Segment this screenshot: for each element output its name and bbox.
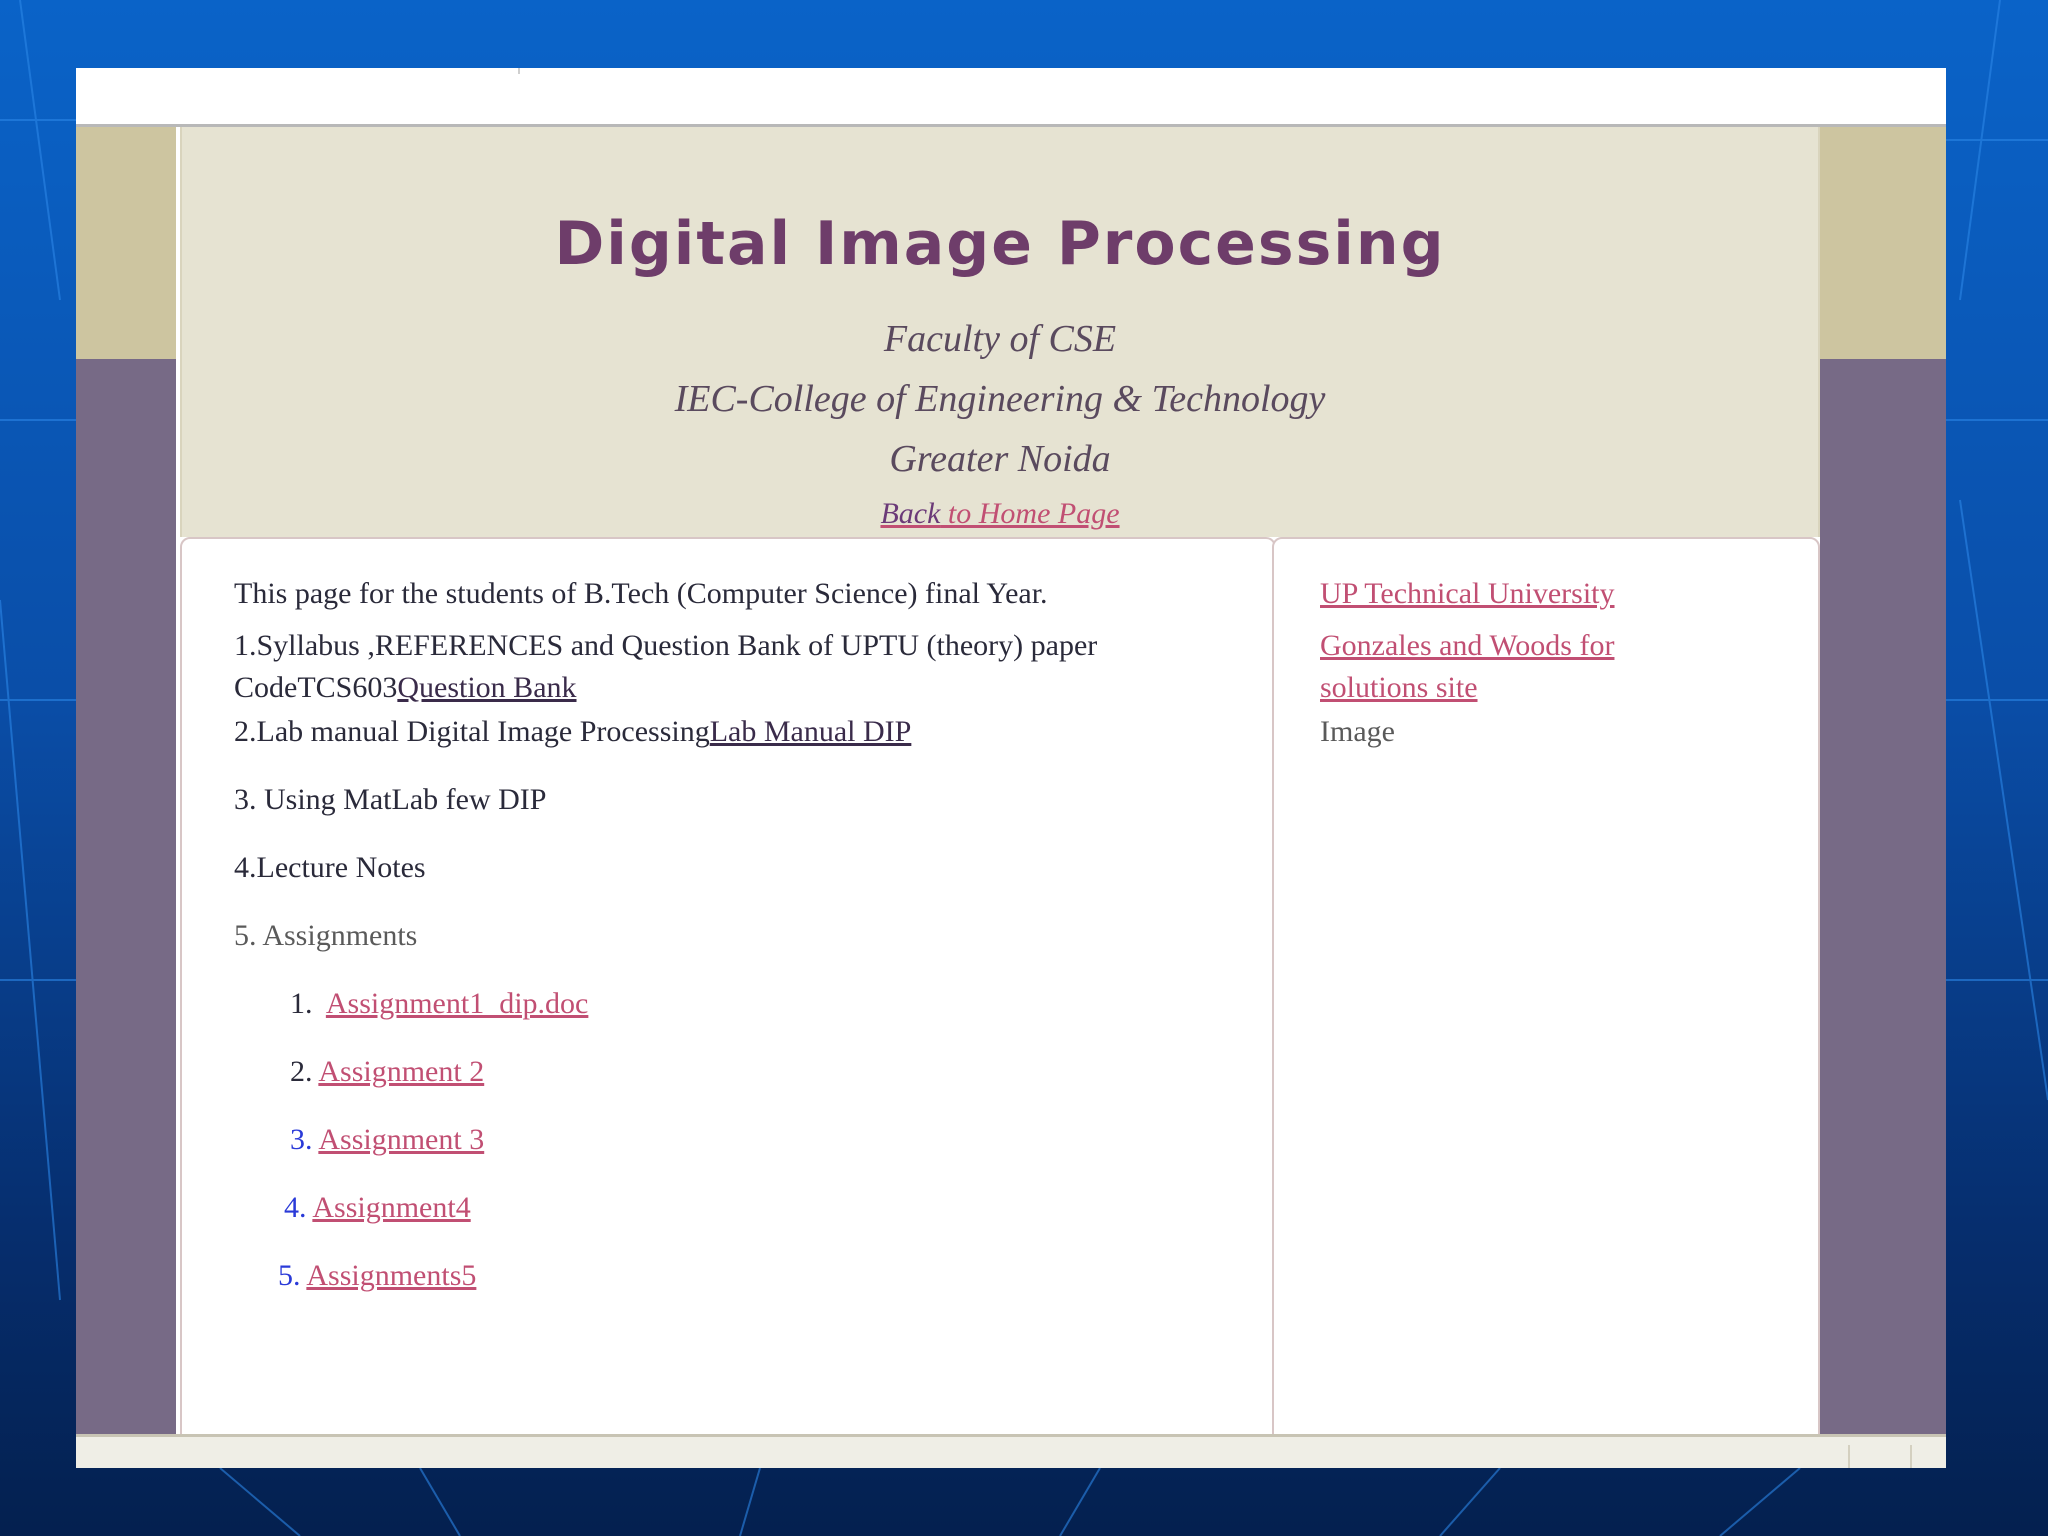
- assignment-item-4: 4. Assignment4: [284, 1187, 471, 1229]
- item-syllabus-line2: CodeTCS603: [234, 671, 398, 704]
- home-link-container: Back to Home Page: [182, 497, 1818, 531]
- right-sidebar-panel: UP Technical University Gonzales and Woo…: [1272, 537, 1820, 1441]
- page-header: Digital Image Processing Faculty of CSE …: [180, 127, 1820, 537]
- assignment-number: 4.: [284, 1191, 307, 1224]
- uptu-link-container: UP Technical University: [1320, 573, 1615, 615]
- back-to-home-link[interactable]: Back to Home Page: [880, 497, 1119, 530]
- browser-window: Digital Image Processing Faculty of CSE …: [76, 68, 1946, 1468]
- item-matlab: 3. Using MatLab few DIP: [234, 783, 547, 816]
- browser-toolbar: [76, 68, 1946, 127]
- item-lab-manual: 2.Lab manual Digital Image ProcessingLab…: [234, 711, 911, 753]
- assignment-link-2[interactable]: Assignment 2: [318, 1055, 484, 1088]
- assignment-number: 2.: [290, 1055, 313, 1088]
- intro-text: This page for the students of B.Tech (Co…: [234, 577, 1048, 610]
- item-lecture-notes: 4.Lecture Notes: [234, 851, 426, 884]
- status-bar-divider: [1910, 1445, 1912, 1468]
- image-placeholder-text: Image: [1320, 715, 1395, 748]
- city-label: Greater Noida: [889, 438, 1111, 480]
- page-title: Digital Image Processing: [554, 209, 1446, 279]
- assignment-number: 3.: [290, 1123, 313, 1156]
- college-label: IEC-College of Engineering & Technology: [674, 378, 1326, 420]
- assignment-number: 1.: [290, 987, 313, 1020]
- main-content-panel: This page for the students of B.Tech (Co…: [180, 537, 1276, 1441]
- home-link-part1: Back: [880, 497, 941, 530]
- right-page-margin: [1820, 127, 1946, 1434]
- faculty-label: Faculty of CSE: [883, 318, 1117, 360]
- assignment-link-4[interactable]: Assignment4: [312, 1191, 470, 1224]
- up-technical-university-link[interactable]: UP Technical University: [1320, 577, 1615, 610]
- gonzales-link-container: Gonzales and Woods for solutions site: [1320, 625, 1614, 709]
- gonzales-link-line1: Gonzales and Woods for: [1320, 629, 1615, 662]
- assignment-link-1[interactable]: Assignment1_dip.doc: [326, 987, 589, 1020]
- home-link-part2: to Home Page: [940, 497, 1120, 530]
- gonzales-link-line2: solutions site: [1320, 671, 1478, 704]
- lab-manual-link[interactable]: Lab Manual DIP: [710, 715, 912, 748]
- item-assignments: 5. Assignments: [234, 919, 418, 952]
- assignment-item-1: 1. Assignment1_dip.doc: [290, 983, 588, 1025]
- assignment-item-2: 2. Assignment 2: [290, 1051, 484, 1093]
- assignment-number: 5.: [278, 1259, 301, 1292]
- status-bar: [76, 1434, 1946, 1468]
- assignment-item-5: 5. Assignments5: [278, 1255, 476, 1297]
- item-lab-manual-text: 2.Lab manual Digital Image Processing: [234, 715, 710, 748]
- item-syllabus: 1.Syllabus ,REFERENCES and Question Bank…: [234, 625, 1097, 709]
- toolbar-divider: [518, 68, 520, 74]
- gonzales-woods-link[interactable]: Gonzales and Woods for solutions site: [1320, 629, 1614, 704]
- question-bank-link[interactable]: Question Bank: [397, 671, 576, 704]
- item-syllabus-line1: 1.Syllabus ,REFERENCES and Question Bank…: [234, 629, 1098, 662]
- left-page-margin: [76, 127, 176, 1434]
- assignment-link-5[interactable]: Assignments5: [306, 1259, 476, 1292]
- status-bar-divider: [1848, 1445, 1850, 1468]
- assignment-link-3[interactable]: Assignment 3: [318, 1123, 484, 1156]
- assignment-item-3: 3. Assignment 3: [290, 1119, 484, 1161]
